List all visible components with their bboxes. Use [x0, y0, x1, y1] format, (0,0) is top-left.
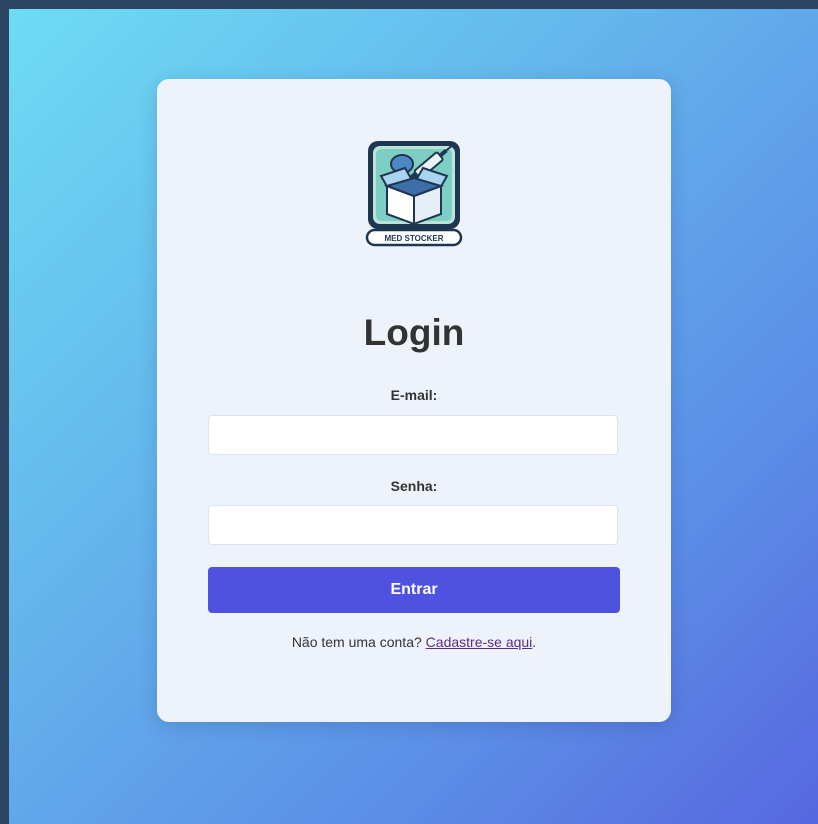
page-title: Login — [363, 312, 465, 353]
email-field[interactable] — [208, 415, 618, 455]
login-card: MED STOCKER Login E-mail: Senha: Entrar … — [157, 79, 671, 722]
login-button[interactable]: Entrar — [208, 567, 620, 613]
page-background: MED STOCKER Login E-mail: Senha: Entrar … — [9, 9, 818, 824]
signup-link[interactable]: Cadastre-se aqui — [426, 634, 533, 650]
password-field[interactable] — [208, 505, 618, 545]
password-label: Senha: — [390, 478, 438, 494]
signup-prompt-text: Não tem uma conta? — [291, 634, 426, 650]
logo-text: MED STOCKER — [385, 234, 444, 243]
window-frame: MED STOCKER Login E-mail: Senha: Entrar … — [0, 0, 818, 824]
signup-suffix: . — [532, 634, 537, 650]
med-stocker-logo: MED STOCKER — [365, 138, 463, 248]
email-label: E-mail: — [390, 387, 438, 403]
signup-prompt: Não tem uma conta? Cadastre-se aqui. — [157, 633, 671, 651]
